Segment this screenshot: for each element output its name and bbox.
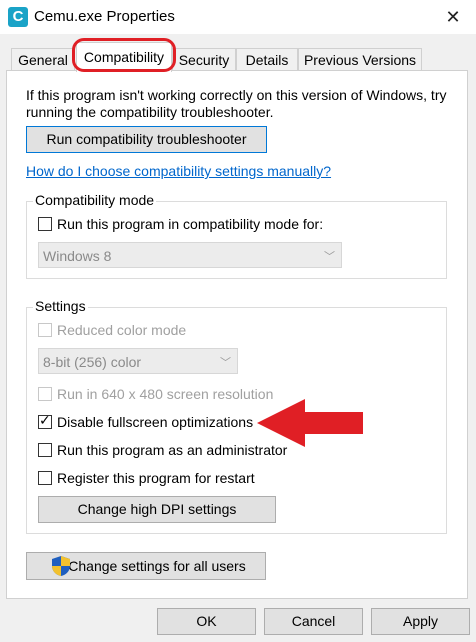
res-640-label: Run in 640 x 480 screen resolution: [57, 386, 274, 402]
shield-icon: [52, 556, 70, 576]
chevron-down-icon: ﹀: [220, 357, 231, 369]
intro-text: If this program isn't working correctly …: [26, 87, 456, 121]
compatibility-mode-label: Compatibility mode: [33, 192, 157, 208]
register-restart-checkbox[interactable]: [38, 471, 52, 485]
tab-previous-versions[interactable]: Previous Versions: [298, 48, 422, 71]
settings-label: Settings: [33, 298, 88, 314]
help-link[interactable]: How do I choose compatibility settings m…: [26, 163, 331, 179]
annotation-highlight: [72, 38, 176, 72]
cancel-button[interactable]: Cancel: [264, 608, 363, 635]
reduced-color-label: Reduced color mode: [57, 322, 187, 338]
color-depth-value: 8-bit (256) color: [43, 354, 142, 370]
run-as-admin-label: Run this program as an administrator: [57, 442, 288, 458]
title-bar: C Cemu.exe Properties ✕: [0, 0, 476, 34]
troubleshooter-button[interactable]: Run compatibility troubleshooter: [26, 126, 267, 153]
intro-line-2: running the compatibility troubleshooter…: [26, 104, 274, 120]
os-select-value: Windows 8: [43, 248, 112, 264]
tab-security[interactable]: Security: [172, 48, 236, 71]
tab-general[interactable]: General: [11, 48, 75, 71]
compat-mode-checkbox-label: Run this program in compatibility mode f…: [57, 216, 324, 232]
fullscreen-optimizations-checkbox[interactable]: [38, 412, 52, 429]
high-dpi-button[interactable]: Change high DPI settings: [38, 496, 276, 523]
compat-mode-checkbox[interactable]: [38, 217, 52, 231]
chevron-down-icon: ﹀: [324, 251, 335, 263]
apply-button[interactable]: Apply: [371, 608, 470, 635]
close-button[interactable]: ✕: [430, 0, 476, 34]
fullscreen-optimizations-label: Disable fullscreen optimizations: [57, 414, 254, 430]
ok-button[interactable]: OK: [157, 608, 256, 635]
reduced-color-checkbox[interactable]: [38, 323, 52, 337]
red-arrow-icon: [257, 399, 363, 447]
window-title: Cemu.exe Properties: [34, 8, 175, 25]
intro-line-1: If this program isn't working correctly …: [26, 87, 447, 103]
os-select[interactable]: Windows 8 ﹀: [38, 242, 342, 268]
register-restart-label: Register this program for restart: [57, 470, 255, 486]
app-icon: C: [8, 7, 28, 27]
run-as-admin-checkbox[interactable]: [38, 443, 52, 457]
tab-details[interactable]: Details: [236, 48, 298, 71]
res-640-checkbox[interactable]: [38, 387, 52, 401]
color-depth-select[interactable]: 8-bit (256) color ﹀: [38, 348, 238, 374]
